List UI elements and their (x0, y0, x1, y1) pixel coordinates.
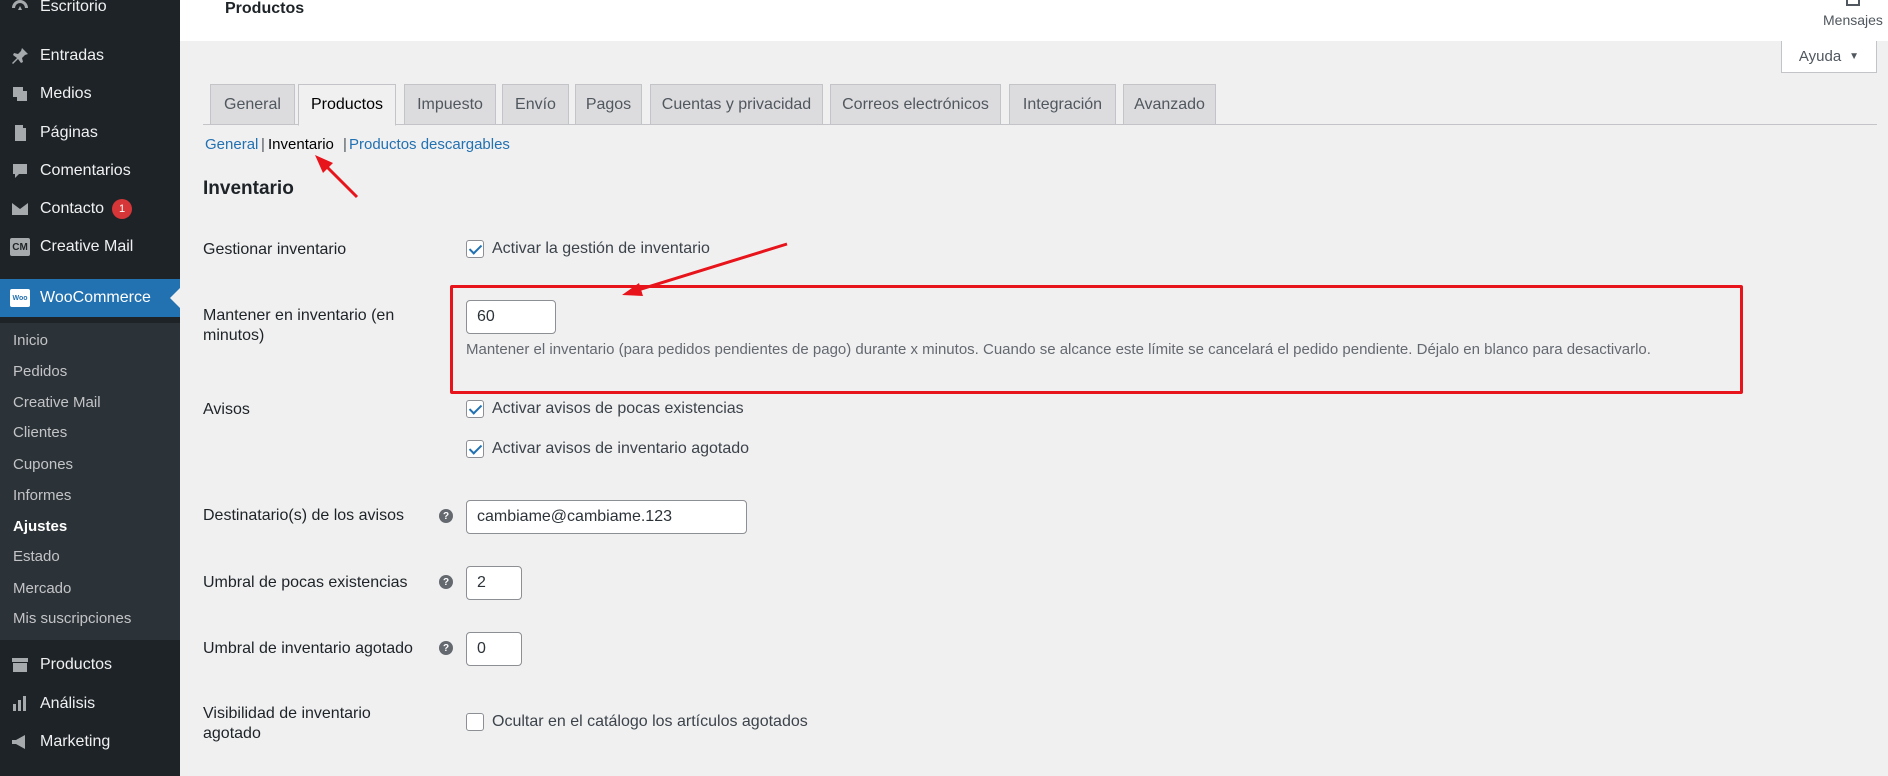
admin-sidebar: Escritorio Entradas Medios Páginas Comen… (0, 0, 180, 776)
subsub-productos-descargables[interactable]: Productos descargables (349, 136, 510, 153)
sidebar-item-paginas[interactable]: Páginas (0, 118, 180, 148)
mail-icon (9, 198, 31, 220)
out-of-stock-notice-label[interactable]: Activar avisos de inventario agotado (492, 440, 749, 458)
header-bar (180, 0, 1888, 41)
tab-impuesto[interactable]: Impuesto (404, 84, 496, 125)
out-of-stock-threshold-label: Umbral de inventario agotado (203, 640, 413, 657)
submenu-estado[interactable]: Estado (13, 548, 60, 565)
inbox-icon[interactable] (1846, 0, 1860, 6)
sidebar-item-creative-mail[interactable]: CM Creative Mail (0, 232, 180, 262)
manage-stock-checkbox[interactable] (466, 240, 484, 258)
sidebar-item-label: Comentarios (40, 162, 131, 179)
submenu-inicio[interactable]: Inicio (13, 332, 48, 349)
help-button[interactable]: Ayuda ▼ (1781, 41, 1877, 73)
woo-icon: Woo (9, 287, 31, 309)
tab-avanzado[interactable]: Avanzado (1123, 84, 1216, 125)
tab-productos[interactable]: Productos (298, 84, 396, 126)
tab-cuentas-privacidad[interactable]: Cuentas y privacidad (650, 84, 823, 125)
sidebar-item-medios[interactable]: Medios (0, 79, 180, 109)
sidebar-item-label: Creative Mail (40, 238, 134, 255)
sidebar-item-label: Marketing (40, 733, 111, 750)
out-of-stock-visibility-label: Visibilidad de inventario agotado (203, 705, 371, 742)
dashboard-icon (9, 0, 31, 18)
tab-pagos[interactable]: Pagos (575, 84, 642, 125)
sidebar-item-comentarios[interactable]: Comentarios (0, 156, 180, 186)
low-stock-threshold-label: Umbral de pocas existencias (203, 574, 408, 591)
subsub-inventario[interactable]: Inventario (268, 136, 334, 153)
out-of-stock-notice-checkbox[interactable] (466, 440, 484, 458)
hide-out-of-stock-label[interactable]: Ocultar en el catálogo los artículos ago… (492, 713, 808, 731)
arrow-to-inventario (320, 160, 359, 199)
sidebar-item-label: Contacto (40, 200, 105, 217)
tab-envio[interactable]: Envío (502, 84, 569, 125)
sidebar-item-entradas[interactable]: Entradas (0, 41, 180, 71)
archive-icon (9, 654, 31, 676)
sidebar-item-label: Páginas (40, 124, 98, 141)
messages-link[interactable]: Mensajes (1823, 12, 1883, 28)
manage-stock-label: Gestionar inventario (203, 241, 347, 258)
chart-icon (9, 693, 31, 715)
out-of-stock-threshold-input[interactable]: 0 (466, 632, 522, 666)
pages-icon (9, 122, 31, 144)
help-label: Ayuda (1798, 48, 1842, 65)
sidebar-item-label: Análisis (40, 695, 96, 712)
sidebar-item-woocommerce[interactable]: Woo WooCommerce (0, 279, 180, 317)
submenu-ajustes[interactable]: Ajustes (13, 518, 67, 535)
submenu-mis-suscripciones[interactable]: Mis suscripciones (13, 610, 131, 627)
sidebar-item-analisis[interactable]: Análisis (0, 689, 180, 719)
comments-icon (9, 160, 31, 182)
cm-logo: CM (10, 238, 30, 256)
sidebar-item-label: Escritorio (40, 0, 107, 15)
media-icon (9, 83, 31, 105)
subsub-general[interactable]: General (205, 136, 258, 153)
hide-out-of-stock-checkbox[interactable] (466, 713, 484, 731)
notification-recipient-label: Destinatario(s) de los avisos (203, 507, 404, 524)
hold-stock-label: Mantener en inventario (en minutos) (203, 307, 395, 344)
notification-recipient-input[interactable]: cambiame@cambiame.123 (466, 500, 747, 534)
sidebar-item-productos[interactable]: Productos (0, 650, 180, 680)
sidebar-item-escritorio[interactable]: Escritorio (0, 0, 180, 22)
notifications-label: Avisos (203, 401, 250, 418)
submenu-creative-mail[interactable]: Creative Mail (13, 394, 101, 411)
low-stock-threshold-input[interactable]: 2 (466, 566, 522, 600)
sidebar-item-contacto[interactable]: Contacto 1 (0, 194, 180, 224)
sidebar-item-marketing[interactable]: Marketing (0, 727, 180, 757)
caret-down-icon: ▼ (1849, 51, 1860, 62)
sidebar-item-label: Productos (40, 656, 113, 673)
submenu-pedidos[interactable]: Pedidos (13, 363, 67, 380)
sidebar-item-label: Entradas (40, 47, 105, 64)
tab-general[interactable]: General (210, 84, 295, 125)
arrow-head (315, 155, 333, 173)
submenu-informes[interactable]: Informes (13, 487, 71, 504)
megaphone-icon (9, 731, 31, 753)
manage-stock-checkbox-label[interactable]: Activar la gestión de inventario (492, 240, 710, 258)
subsub-separator: | (261, 136, 265, 153)
section-title: Inventario (203, 178, 294, 199)
sidebar-item-label: WooCommerce (40, 289, 151, 306)
low-stock-notice-label[interactable]: Activar avisos de pocas existencias (492, 400, 744, 418)
page-title: Productos (225, 0, 305, 17)
pin-icon (9, 45, 31, 67)
notification-badge: 1 (112, 199, 133, 219)
woo-logo: Woo (10, 289, 30, 307)
help-tip-icon[interactable]: ? (439, 575, 453, 589)
subsub-separator: | (343, 136, 347, 153)
help-tip-icon[interactable]: ? (439, 509, 453, 523)
highlight-box (450, 285, 1743, 394)
help-tip-icon[interactable]: ? (439, 641, 453, 655)
submenu-cupones[interactable]: Cupones (13, 456, 73, 473)
submenu-clientes[interactable]: Clientes (13, 424, 67, 441)
low-stock-notice-checkbox[interactable] (466, 400, 484, 418)
submenu-mercado[interactable]: Mercado (13, 580, 71, 597)
sidebar-item-label: Medios (40, 85, 92, 102)
woocommerce-submenu: Inicio Pedidos Creative Mail Clientes Cu… (0, 323, 180, 640)
cm-icon: CM (9, 236, 31, 258)
tab-correos-electronicos[interactable]: Correos electrónicos (830, 84, 1001, 125)
tab-integracion[interactable]: Integración (1009, 84, 1116, 125)
